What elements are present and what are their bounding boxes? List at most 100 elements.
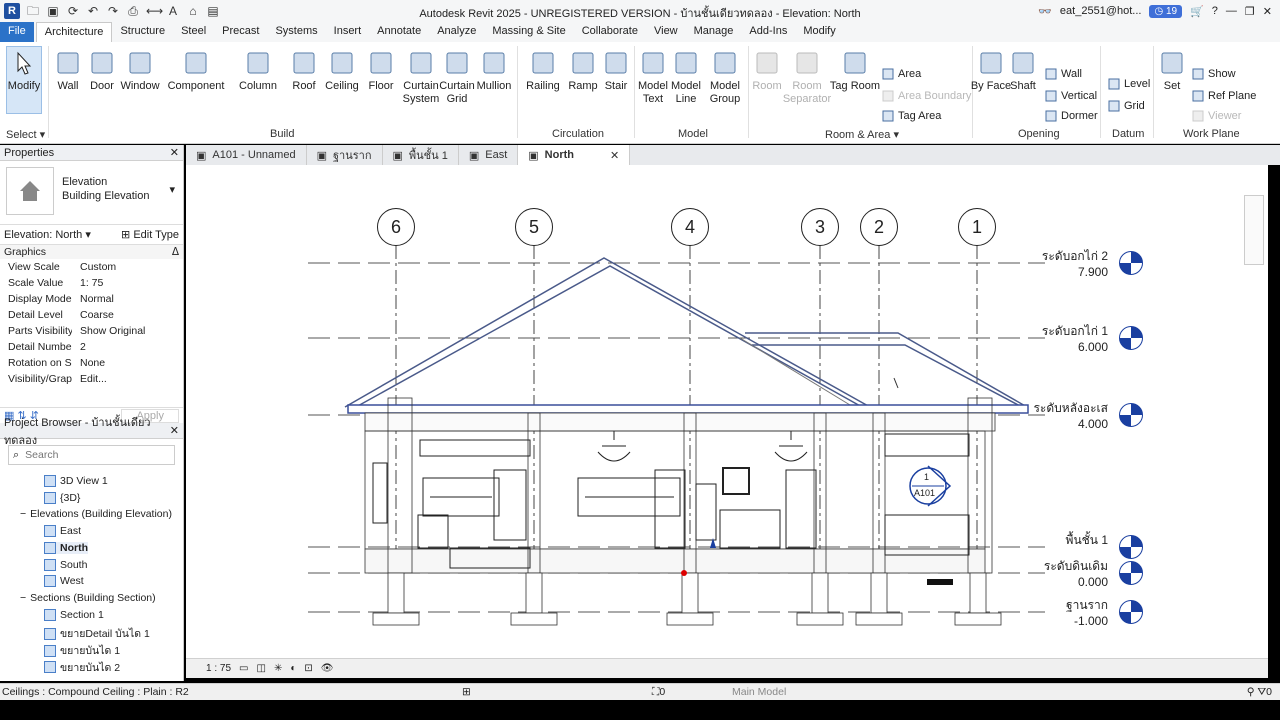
- tab-analyze[interactable]: Analyze: [429, 22, 484, 42]
- close-properties-icon[interactable]: ✕: [170, 146, 179, 159]
- level-name[interactable]: ระดับหลังอะเส: [1033, 399, 1108, 418]
- tag-area-button[interactable]: Tag Area: [882, 110, 941, 122]
- set-button[interactable]: Set: [1146, 50, 1198, 93]
- tab-view[interactable]: View: [646, 22, 686, 42]
- drawing-canvas[interactable]: 6 5 4 32 1 ระดับอกไก่ 2 7.900 ระดับอกไก่ 1 6.00…: [186, 165, 1268, 658]
- property-row[interactable]: Display Model Normal: [0, 291, 183, 307]
- collapse-icon[interactable]: −: [20, 592, 26, 604]
- level-elevation[interactable]: 7.900: [1078, 265, 1108, 279]
- view-tab[interactable]: ▣ East: [459, 145, 519, 165]
- navigation-bar[interactable]: [1244, 195, 1264, 265]
- level-head-icon[interactable]: [1119, 326, 1143, 350]
- search-input[interactable]: [25, 449, 156, 461]
- notification-badge[interactable]: ◷ 19: [1149, 4, 1183, 18]
- property-row[interactable]: Visibility/Grap...Edit...: [0, 371, 183, 387]
- edit-type-button[interactable]: ⊞ Edit Type: [121, 228, 179, 241]
- show-button[interactable]: Show: [1192, 68, 1236, 80]
- opening-vertical-button[interactable]: Vertical: [1045, 90, 1097, 102]
- save-icon[interactable]: ▣: [46, 4, 60, 18]
- tab-architecture[interactable]: Architecture: [35, 22, 113, 42]
- collapse-icon[interactable]: −: [20, 508, 26, 520]
- tab-steel[interactable]: Steel: [173, 22, 214, 42]
- instance-selector[interactable]: Elevation: North ▾: [4, 228, 91, 241]
- property-row[interactable]: View Scale Custom: [0, 259, 183, 275]
- window-button[interactable]: Window: [114, 50, 166, 93]
- select-panel-label[interactable]: Select ▾: [6, 128, 45, 141]
- ref-plane-button[interactable]: Ref Plane: [1192, 90, 1256, 102]
- tab-file[interactable]: File: [0, 22, 34, 42]
- browser-item[interactable]: South: [44, 558, 87, 571]
- level-elevation[interactable]: -1.000: [1074, 614, 1108, 628]
- tab-insert[interactable]: Insert: [326, 22, 370, 42]
- detail-level-icon[interactable]: ▭: [239, 663, 248, 674]
- view-tab[interactable]: ▣ North ✕: [518, 145, 631, 165]
- property-row[interactable]: Detail Number 2: [0, 339, 183, 355]
- print-icon[interactable]: ⎙: [126, 4, 140, 18]
- binoculars-icon[interactable]: 👓: [1038, 5, 1052, 18]
- property-row[interactable]: Parts Visibility Show Original: [0, 323, 183, 339]
- property-value[interactable]: Edit...: [72, 373, 183, 385]
- browser-item[interactable]: − Sections (Building Section): [20, 592, 156, 604]
- browser-item[interactable]: ขยายบันได 1: [44, 642, 120, 659]
- level-name[interactable]: ฐานราก: [1066, 596, 1108, 615]
- opening-dormer-button[interactable]: Dormer: [1045, 110, 1098, 122]
- type-selector[interactable]: Elevation Building Elevation ▾: [0, 161, 183, 225]
- level-head-icon[interactable]: [1119, 403, 1143, 427]
- column-button[interactable]: Column: [232, 50, 284, 93]
- viewer-button[interactable]: Viewer: [1192, 110, 1241, 122]
- cart-icon[interactable]: 🛒: [1190, 5, 1204, 18]
- level-head-icon[interactable]: [1119, 535, 1143, 559]
- tab-precast[interactable]: Precast: [214, 22, 267, 42]
- sun-path-icon[interactable]: ✳: [274, 663, 282, 674]
- browser-item[interactable]: East: [44, 525, 81, 538]
- browser-item[interactable]: {3D}: [44, 491, 80, 504]
- grid-bubble-4[interactable]: 4: [671, 208, 709, 246]
- sync-icon[interactable]: ⟳: [66, 4, 80, 18]
- grid-bubble-6[interactable]: 6: [377, 208, 415, 246]
- browser-item[interactable]: 3D View 1: [44, 475, 108, 487]
- tab-systems[interactable]: Systems: [267, 22, 325, 42]
- main-model[interactable]: Main Model: [692, 686, 1032, 698]
- browser-item[interactable]: Section 1: [44, 608, 104, 621]
- tab-modify[interactable]: Modify: [795, 22, 843, 42]
- view-scale[interactable]: 1 : 75: [206, 663, 231, 674]
- mullion-button[interactable]: Mullion: [468, 50, 520, 93]
- browser-item[interactable]: ขยายDetail บันได 1: [44, 625, 150, 642]
- close-browser-icon[interactable]: ✕: [170, 424, 179, 437]
- tab-structure[interactable]: Structure: [112, 22, 173, 42]
- grid-bubble-5[interactable]: 5: [515, 208, 553, 246]
- level-head-icon[interactable]: [1119, 600, 1143, 624]
- view-tab[interactable]: ▣ ฐานราก: [307, 145, 383, 165]
- browser-item[interactable]: North: [44, 541, 88, 554]
- grid-bubble-2[interactable]: 2: [860, 208, 898, 246]
- level-button[interactable]: Level: [1108, 78, 1150, 90]
- visual-style-icon[interactable]: ◫: [256, 663, 265, 674]
- level-head-icon[interactable]: [1119, 251, 1143, 275]
- section-tag[interactable]: 1 A101: [906, 462, 954, 513]
- redo-icon[interactable]: ↷: [106, 4, 120, 18]
- grid-bubble-1[interactable]: 1: [958, 208, 996, 246]
- minimize-icon[interactable]: —: [1226, 5, 1237, 17]
- measure-icon[interactable]: ⟷: [146, 4, 163, 18]
- view-tab[interactable]: ▣ A101 - Unnamed: [186, 145, 307, 165]
- area-boundary-button[interactable]: Area Boundary: [882, 90, 971, 102]
- property-row[interactable]: Rotation on S... None: [0, 355, 183, 371]
- browser-item[interactable]: − Elevations (Building Elevation): [20, 508, 172, 520]
- help-icon[interactable]: ?: [1212, 5, 1218, 17]
- home-3d-icon[interactable]: ⌂: [186, 4, 200, 18]
- modify-button[interactable]: Modify: [8, 50, 40, 93]
- area-button[interactable]: Area: [882, 68, 921, 80]
- component-button[interactable]: Component: [168, 50, 224, 93]
- open-icon[interactable]: 🗀: [26, 4, 40, 18]
- tab-massing-site[interactable]: Massing & Site: [484, 22, 573, 42]
- close-tab-icon[interactable]: ✕: [610, 149, 619, 162]
- close-hidden-icon[interactable]: ▤: [206, 4, 220, 18]
- text-icon[interactable]: A: [166, 4, 180, 18]
- level-name[interactable]: ระดับอกไก่ 1: [1042, 322, 1108, 341]
- close-icon[interactable]: ✕: [1263, 5, 1272, 18]
- tab-add-ins[interactable]: Add-Ins: [741, 22, 795, 42]
- workset-icon[interactable]: ⊞: [462, 686, 652, 698]
- view-tab[interactable]: ▣ พื้นชั้น 1: [383, 145, 459, 165]
- level-name[interactable]: ระดับดินเดิม: [1044, 557, 1108, 576]
- crop-icon[interactable]: ⊡: [304, 663, 312, 674]
